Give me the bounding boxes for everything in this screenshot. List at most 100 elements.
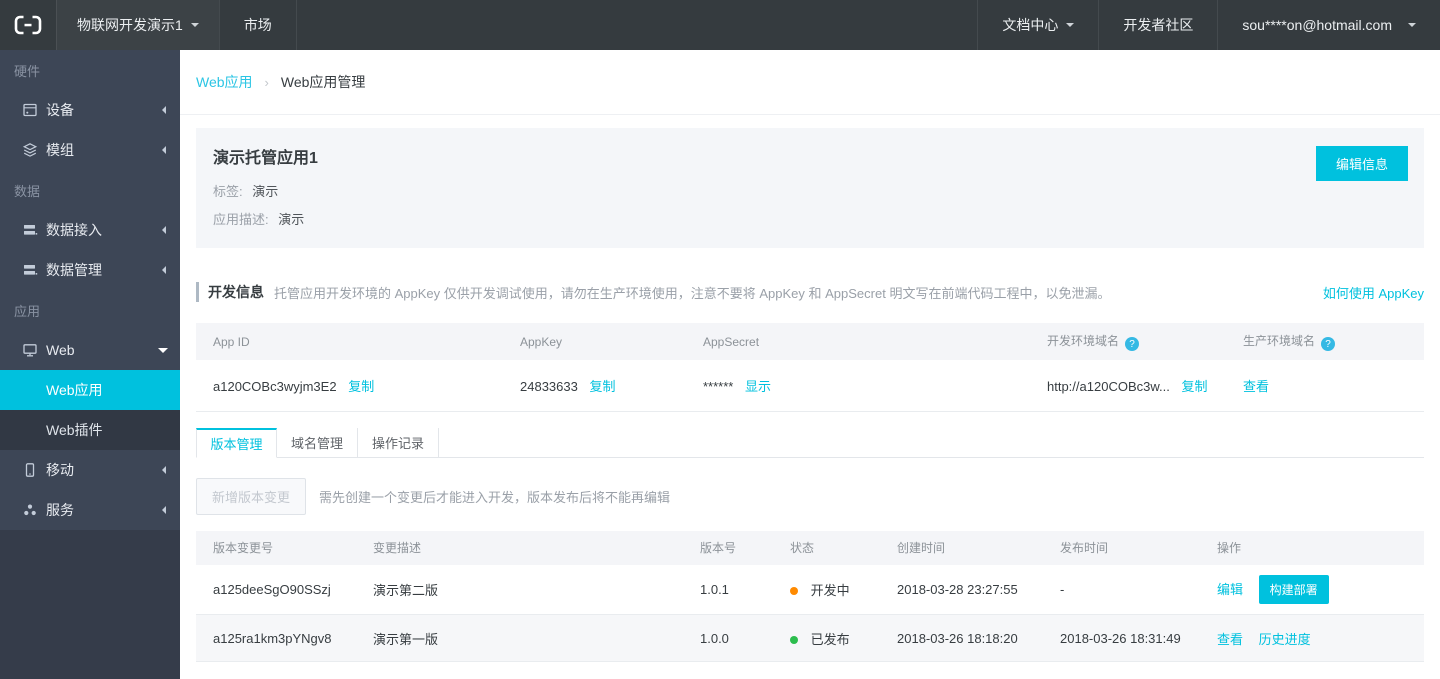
sidebar-item-web-plugin[interactable]: Web插件 [0,410,180,450]
appkey-help-link[interactable]: 如何使用 AppKey [1323,283,1424,302]
dev-domain-cell: http://a120COBc3w... 复制 [1047,360,1243,412]
chevron-down-icon [1408,23,1416,31]
help-icon[interactable]: ? [1321,337,1336,352]
versions-table: 版本变更号 变更描述 版本号 状态 创建时间 发布时间 操作 a125deeSg… [196,530,1424,662]
status-cell: 开发中 [790,564,897,615]
sidebar-item-web[interactable]: Web [0,330,180,370]
col-prod-domain: 生产环境域名? [1243,323,1424,360]
project-switcher[interactable]: 物联网开发演示1 [56,0,219,50]
main-content: Web应用 › Web应用管理 演示托管应用1 标签: 演示 应用描述: 演示 … [180,50,1440,679]
history-progress-link[interactable]: 历史进度 [1259,632,1311,647]
col-version: 版本号 [700,530,790,565]
dev-info-title: 开发信息 [196,282,264,302]
app-secret-masked: ****** [703,378,734,394]
app-title: 演示托管应用1 [213,150,318,167]
version-toolbar: 新增版本变更 需先创建一个变更后才能进入开发，版本发布后将不能再编辑 [196,477,1424,515]
created-time: 2018-03-26 18:18:20 [897,614,1060,662]
phone-icon [22,462,38,478]
sidebar-footer [0,530,180,679]
col-app-secret: AppSecret [703,323,1047,360]
version-number: 1.0.0 [700,614,790,662]
account-menu[interactable]: sou****on@hotmail.com [1217,0,1440,50]
copy-app-key-link[interactable]: 复制 [589,379,615,394]
help-icon[interactable]: ? [1125,337,1140,352]
breadcrumb-separator: › [264,74,269,90]
chevron-left-icon [158,226,166,234]
view-version-link[interactable]: 查看 [1217,632,1243,647]
change-desc: 演示第一版 [373,614,700,662]
tab-domain-management[interactable]: 域名管理 [277,427,358,457]
dev-domain-value: http://a120COBc3w... [1047,378,1170,394]
sidebar-group-app: 应用 [14,303,41,319]
change-id: a125ra1km3pYNgv8 [196,614,373,662]
edit-info-button[interactable]: 编辑信息 [1315,146,1408,181]
device-icon [22,102,38,118]
data-management-icon [22,262,38,278]
status-label: 开发中 [810,582,850,598]
chevron-left-icon [158,146,166,154]
col-app-id: App ID [196,323,520,360]
version-number: 1.0.1 [700,564,790,615]
copy-dev-domain-link[interactable]: 复制 [1181,379,1207,394]
table-row: a125ra1km3pYNgv8 演示第一版 1.0.0 已发布 2018-03… [196,614,1424,662]
chevron-down-icon [1066,23,1075,31]
breadcrumb: Web应用 › Web应用管理 [180,50,1440,115]
desc-label: 应用描述: [213,212,269,227]
sidebar-group-hardware: 硬件 [14,63,41,79]
data-access-icon [22,222,38,238]
tab-bar: 版本管理 域名管理 操作记录 [196,427,1424,458]
sidebar-item-data-access[interactable]: 数据接入 [0,210,180,250]
credentials-row: a120COBc3wyjm3E2 复制 24833633 复制 ****** 显… [196,360,1424,412]
sidebar: 硬件 设备 模组 数据 数据接入 数据管理 应用 Web Web应用 Web插件… [0,50,180,679]
table-row: a125deeSgO90SSzj 演示第二版 1.0.1 开发中 2018-03… [196,564,1424,615]
cloud-logo-icon[interactable] [0,0,56,50]
change-desc: 演示第二版 [373,564,700,615]
tag-label: 标签: [213,184,243,199]
topbar: 物联网开发演示1 市场 文档中心 开发者社区 sou****on@hotmail… [0,0,1440,50]
col-change-desc: 变更描述 [373,530,700,565]
nav-docs-menu[interactable]: 文档中心 [977,0,1098,50]
monitor-icon [22,342,38,358]
build-deploy-button[interactable]: 构建部署 [1258,574,1329,604]
sidebar-item-mobile[interactable]: 移动 [0,450,180,490]
published-time: - [1060,564,1217,615]
breadcrumb-current: Web应用管理 [280,74,366,90]
chevron-left-icon [158,106,166,114]
app-key-value: 24833633 [520,378,578,394]
col-dev-domain: 开发环境域名? [1047,323,1243,360]
dev-info-description: 托管应用开发环境的 AppKey 仅供开发调试使用，请勿在生产环境使用，注意不要… [274,285,1111,301]
status-cell: 已发布 [790,614,897,662]
sidebar-item-devices[interactable]: 设备 [0,90,180,130]
sidebar-item-data-management[interactable]: 数据管理 [0,250,180,290]
versions-header-row: 版本变更号 变更描述 版本号 状态 创建时间 发布时间 操作 [196,530,1424,565]
sidebar-item-modules[interactable]: 模组 [0,130,180,170]
status-label: 已发布 [810,631,850,647]
desc-value: 演示 [278,212,305,227]
breadcrumb-parent-link[interactable]: Web应用 [196,72,253,92]
version-hint: 需先创建一个变更后才能进入开发，版本发布后将不能再编辑 [319,489,671,505]
chevron-down-icon [190,23,199,31]
edit-version-link[interactable]: 编辑 [1217,582,1243,597]
copy-app-id-link[interactable]: 复制 [348,379,374,394]
nav-community[interactable]: 开发者社区 [1098,0,1217,50]
sidebar-item-web-app[interactable]: Web应用 [0,370,180,410]
nav-market[interactable]: 市场 [218,0,297,50]
status-dot [790,635,798,644]
tab-version-management[interactable]: 版本管理 [196,427,277,458]
change-id: a125deeSgO90SSzj [196,564,373,615]
show-secret-link[interactable]: 显示 [745,379,771,394]
add-version-button[interactable]: 新增版本变更 [196,477,307,515]
app-secret-cell: ****** 显示 [703,360,1047,412]
actions-cell: 编辑 构建部署 [1217,564,1424,615]
created-time: 2018-03-28 23:27:55 [897,564,1060,615]
dev-info-header: 开发信息 托管应用开发环境的 AppKey 仅供开发调试使用，请勿在生产环境使用… [196,282,1424,302]
sidebar-item-services[interactable]: 服务 [0,490,180,530]
app-key-cell: 24833633 复制 [520,360,703,412]
chevron-left-icon [158,266,166,274]
app-desc-row: 应用描述: 演示 [213,206,1407,234]
account-email: sou****on@hotmail.com [1242,17,1392,33]
tab-operation-log[interactable]: 操作记录 [358,427,439,457]
view-prod-domain-link[interactable]: 查看 [1243,379,1269,394]
actions-cell: 查看 历史进度 [1217,614,1424,662]
